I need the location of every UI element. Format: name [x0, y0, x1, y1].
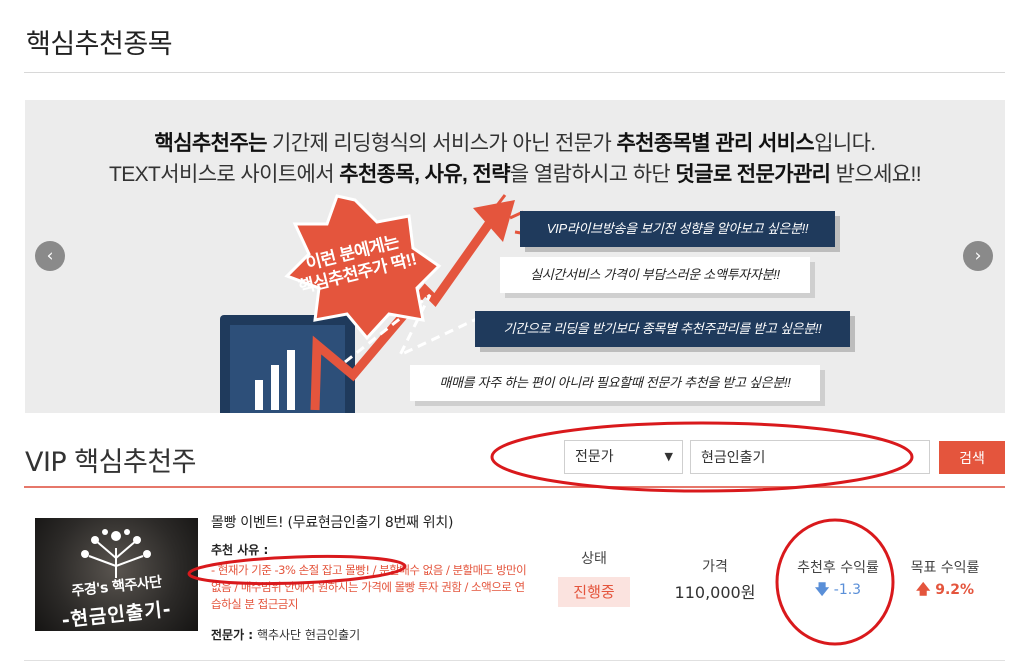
- chevron-right-icon[interactable]: ›: [963, 241, 993, 271]
- title-divider: [24, 72, 1005, 73]
- phone-bar-2: [271, 365, 279, 410]
- reason-label: 추천 사유 :: [211, 543, 269, 557]
- price-value: 110,000원: [674, 583, 756, 602]
- banner-tag-3: 기간으로 리딩을 받기보다 종목별 추천주관리를 받고 싶은분!!: [475, 311, 850, 347]
- chevron-left-icon[interactable]: ‹: [35, 241, 65, 271]
- rate-after-value: -1.3: [833, 582, 862, 598]
- expert-label: 전문가 :: [211, 628, 254, 642]
- rate-target-value-wrap: 🡅 9.2%: [890, 579, 1000, 603]
- item-title[interactable]: 몰빵 이벤트! (무료현금인출기 8번째 위치): [211, 512, 453, 532]
- expert-select-value: 전문가: [575, 449, 614, 465]
- caret-down-icon: ▼: [664, 450, 673, 463]
- item-thumbnail[interactable]: 주경's 핵주사단 -현금인출기-: [35, 518, 198, 631]
- row-divider: [24, 660, 1005, 661]
- banner-tag-2: 실시간서비스 가격이 부담스러운 소액투자자분!!: [500, 257, 810, 293]
- expert-select[interactable]: 전문가 ▼: [564, 440, 683, 474]
- promo-banner: 핵심추천주는 기간제 리딩형식의 서비스가 아닌 전문가 추천종목별 관리 서비…: [25, 100, 1005, 413]
- page-title: 핵심추천종목: [26, 29, 173, 60]
- phone-bar-3: [287, 350, 295, 410]
- search-button[interactable]: 검색: [939, 441, 1005, 474]
- section-title: VIP 핵심추천주: [25, 447, 197, 478]
- rate-after-header: 추천후 수익률: [797, 560, 879, 576]
- section-divider: [24, 486, 1005, 488]
- status-header: 상태: [581, 551, 607, 567]
- banner-tag-1: VIP라이브방송을 보기전 성향을 알아보고 싶은분!!: [520, 211, 835, 247]
- phone-bar-1: [255, 380, 263, 410]
- search-input[interactable]: [690, 440, 930, 474]
- expert-line: 전문가 : 핵추사단 현금인출기: [211, 626, 360, 643]
- rate-target-header: 목표 수익률: [910, 560, 980, 576]
- arrow-up-icon: 🡅: [915, 582, 931, 598]
- arrow-down-icon: 🡇: [814, 582, 830, 598]
- status-badge: 진행중: [558, 577, 630, 607]
- rate-target-value: 9.2%: [935, 582, 975, 598]
- expert-value: 핵추사단 현금인출기: [256, 628, 361, 642]
- banner-tag-4: 매매를 자주 하는 편이 아니라 필요할때 전문가 추천을 받고 싶은분!!: [410, 365, 820, 401]
- price-header: 가격: [702, 559, 728, 575]
- rate-after-value-wrap: 🡇 -1.3: [783, 579, 893, 603]
- reason-text: - 현재가 기준 -3% 손절 잡고 몰빵! / 분할매수 없음 / 분할매도 …: [211, 563, 527, 611]
